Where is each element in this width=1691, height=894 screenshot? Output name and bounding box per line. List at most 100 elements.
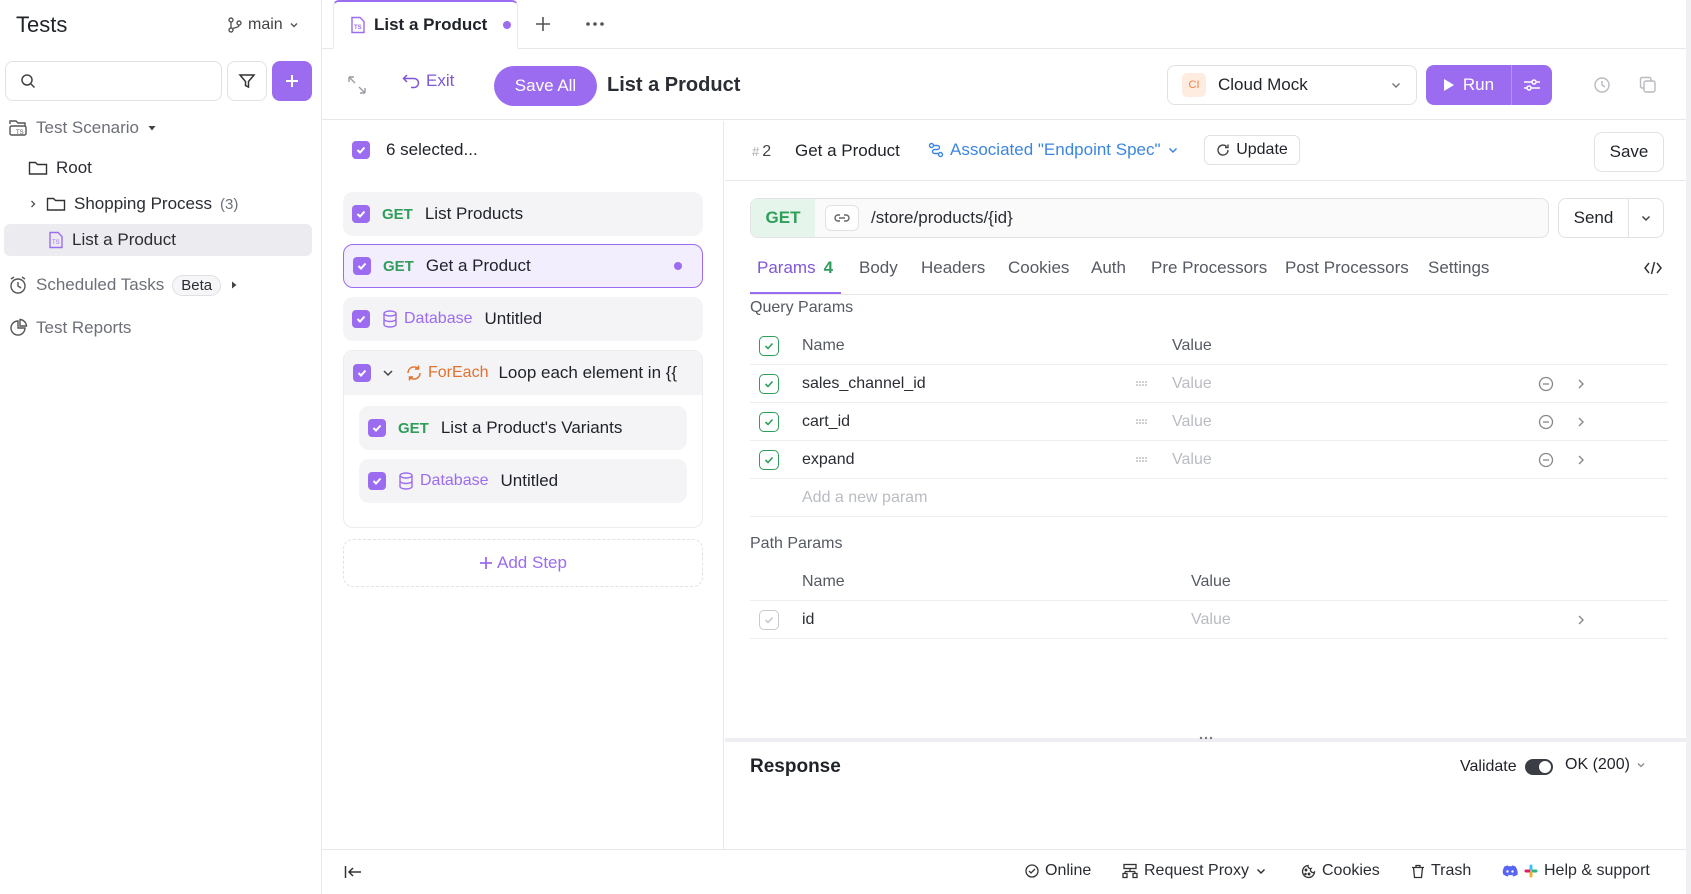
step-name: Loop each element in {{ (498, 363, 678, 382)
pie-chart-icon (8, 318, 28, 338)
tab-body[interactable]: Body (859, 256, 898, 294)
param-value-input[interactable]: Value (1172, 451, 1212, 469)
new-tab-button[interactable] (534, 15, 552, 33)
history-icon[interactable] (1593, 76, 1611, 94)
chevron-right-icon[interactable] (1576, 416, 1586, 428)
param-value-input[interactable]: Value (1172, 413, 1212, 431)
tree-item-list-a-product[interactable]: TS List a Product (4, 224, 312, 256)
run-button[interactable]: Run (1426, 65, 1512, 105)
environment-select[interactable]: CI Cloud Mock (1167, 65, 1417, 105)
help-label: Help & support (1544, 862, 1650, 879)
tab-settings[interactable]: Settings (1428, 256, 1489, 294)
param-checkbox[interactable] (759, 411, 779, 432)
tab-post-processors[interactable]: Post Processors (1285, 256, 1409, 294)
help-support-button[interactable]: Help & support (1502, 862, 1650, 880)
save-all-button[interactable]: Save All (494, 66, 597, 106)
update-button[interactable]: Update (1204, 135, 1300, 165)
tree-item-scheduled-tasks[interactable]: Scheduled Tasks Beta (8, 269, 239, 301)
svg-text:TS: TS (16, 130, 24, 136)
filter-button[interactable] (227, 61, 267, 101)
step-checkbox[interactable] (352, 205, 370, 223)
tab-params[interactable]: Params 4 (750, 256, 841, 294)
tab-list-a-product[interactable]: TS List a Product (333, 0, 518, 49)
trash-icon (1411, 864, 1425, 879)
foreach-header[interactable]: ForEach Loop each element in {{ (344, 351, 702, 395)
chevron-right-icon[interactable] (1576, 614, 1586, 626)
drag-handle-icon[interactable] (1136, 456, 1148, 463)
param-row: sales_channel_id Value (750, 365, 1668, 403)
collapse-sidebar-icon[interactable] (344, 865, 362, 879)
select-all-checkbox[interactable] (352, 141, 370, 159)
remove-icon[interactable] (1538, 414, 1554, 430)
step-item[interactable]: GET List a Product's Variants (359, 406, 687, 450)
request-proxy-dropdown[interactable]: Request Proxy (1122, 862, 1267, 880)
step-checkbox[interactable] (368, 419, 386, 437)
add-step-button[interactable]: Add Step (343, 539, 703, 587)
check-circle-icon (1025, 864, 1039, 878)
step-checkbox[interactable] (353, 257, 371, 275)
cookies-button[interactable]: Cookies (1301, 862, 1380, 880)
code-icon[interactable] (1644, 260, 1662, 276)
send-button-group: Send (1558, 198, 1664, 238)
step-item[interactable]: GET Get a Product (343, 244, 703, 288)
tab-auth[interactable]: Auth (1091, 256, 1126, 294)
chevron-right-icon[interactable] (1576, 454, 1586, 466)
chevron-down-icon[interactable] (381, 366, 395, 380)
select-all[interactable]: 6 selected... (352, 140, 478, 160)
col-value: Value (1191, 572, 1231, 590)
param-name[interactable]: sales_channel_id (802, 375, 926, 393)
expand-icon[interactable] (347, 75, 367, 95)
test-file-icon: TS (48, 231, 64, 249)
drag-handle-icon[interactable] (1136, 380, 1148, 387)
online-status[interactable]: Online (1025, 862, 1091, 880)
validate-toggle[interactable]: Validate (1460, 758, 1553, 776)
tree-item-test-scenario[interactable]: TS Test Scenario (8, 112, 157, 144)
send-options-button[interactable] (1629, 212, 1663, 224)
tree-item-root[interactable]: Root (28, 152, 92, 184)
chevron-down-icon (1255, 865, 1267, 877)
tab-headers[interactable]: Headers (921, 256, 985, 294)
link-icon[interactable] (825, 205, 859, 231)
step-item[interactable]: Database Untitled (343, 297, 703, 341)
add-test-button[interactable] (272, 61, 312, 101)
request-name: Get a Product (795, 141, 900, 160)
tab-cookies[interactable]: Cookies (1008, 256, 1069, 294)
drag-handle-icon[interactable] (1136, 418, 1148, 425)
step-item[interactable]: Database Untitled (359, 459, 687, 503)
param-name[interactable]: expand (802, 451, 855, 469)
chevron-right-icon[interactable] (1576, 378, 1586, 390)
run-settings-button[interactable] (1512, 65, 1552, 105)
search-input[interactable] (44, 72, 214, 90)
exit-button[interactable]: Exit (402, 71, 454, 91)
associated-endpoint-dropdown[interactable]: Associated "Endpoint Spec" (928, 140, 1179, 160)
tab-pre-processors[interactable]: Pre Processors (1151, 256, 1267, 294)
select-all-params-checkbox[interactable] (759, 335, 779, 356)
step-checkbox[interactable] (353, 364, 371, 382)
send-button[interactable]: Send (1559, 199, 1629, 237)
branch-selector[interactable]: main (228, 16, 299, 34)
tree-item-test-reports[interactable]: Test Reports (8, 312, 131, 344)
tree-item-shopping-process[interactable]: Shopping Process (3) (28, 188, 238, 220)
step-checkbox[interactable] (352, 310, 370, 328)
param-value-input[interactable]: Value (1172, 375, 1212, 393)
param-checkbox[interactable] (759, 449, 779, 470)
url-input[interactable]: /store/products/{id} (871, 208, 1013, 228)
trash-button[interactable]: Trash (1411, 862, 1471, 880)
remove-icon[interactable] (1538, 376, 1554, 392)
response-status-dropdown[interactable]: OK (200) (1565, 756, 1646, 774)
method-select[interactable]: GET (751, 199, 815, 237)
remove-icon[interactable] (1538, 452, 1554, 468)
param-name[interactable]: cart_id (802, 413, 850, 431)
step-checkbox[interactable] (368, 472, 386, 490)
more-tabs-button[interactable] (585, 15, 605, 33)
copy-icon[interactable] (1639, 76, 1657, 94)
resize-handle-icon[interactable] (1199, 736, 1213, 740)
status-label: OK (200) (1565, 756, 1630, 773)
step-item[interactable]: GET List Products (343, 192, 703, 236)
chevron-right-icon (28, 199, 38, 209)
param-checkbox[interactable] (759, 373, 779, 394)
save-button[interactable]: Save (1594, 132, 1664, 172)
toggle-switch[interactable] (1524, 759, 1553, 775)
add-param-input[interactable]: Add a new param (802, 489, 927, 507)
param-value-input[interactable]: Value (1191, 611, 1231, 629)
